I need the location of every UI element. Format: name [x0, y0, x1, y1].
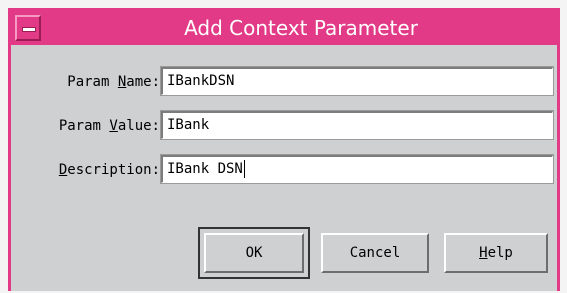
window-menu-button[interactable]: [15, 15, 41, 41]
text-caret: [243, 160, 245, 178]
add-context-parameter-dialog: Add Context Parameter Param Name: IBankD…: [8, 8, 560, 291]
dialog-content: Param Name: IBankDSN Param Value: IBank …: [11, 45, 557, 291]
param-value-input[interactable]: IBank: [160, 110, 554, 140]
description-label: Description:: [58, 162, 160, 178]
param-name-input[interactable]: IBankDSN: [160, 66, 554, 96]
window-menu-icon: [22, 27, 36, 32]
param-value-label: Param Value:: [58, 118, 160, 134]
description-input[interactable]: IBank DSN: [160, 154, 554, 184]
help-button[interactable]: Help: [444, 233, 548, 273]
param-name-label: Param Name:: [67, 74, 160, 90]
window-title: Add Context Parameter: [184, 16, 418, 40]
param-name-row: Param Name: IBankDSN: [11, 66, 557, 96]
description-row: Description: IBank DSN: [11, 154, 557, 184]
cancel-button[interactable]: Cancel: [321, 233, 429, 273]
ok-button[interactable]: OK: [204, 233, 304, 273]
param-value-row: Param Value: IBank: [11, 110, 557, 140]
titlebar[interactable]: Add Context Parameter: [11, 11, 557, 45]
